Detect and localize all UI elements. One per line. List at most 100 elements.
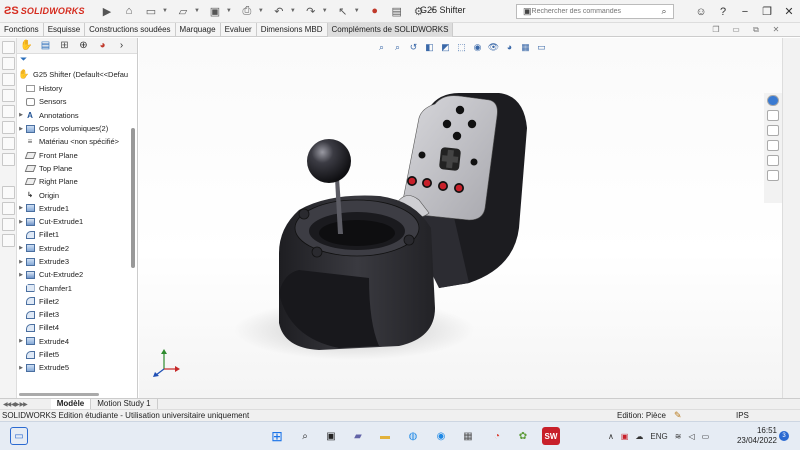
tree-vertical-scrollbar[interactable]: [131, 128, 135, 268]
tree-item[interactable]: Sensors: [17, 95, 138, 108]
open-folder-icon[interactable]: ▱: [175, 3, 191, 19]
tab-dimensions-mbd[interactable]: Dimensions MBD: [257, 23, 328, 37]
save-caret-icon[interactable]: ▼: [226, 8, 232, 14]
tree-item[interactable]: ▶ Cut-Extrude1: [17, 215, 138, 228]
tree-item[interactable]: Fillet1: [17, 228, 138, 241]
tree-item[interactable]: Fillet2: [17, 295, 138, 308]
chrome-icon[interactable]: ◔: [488, 427, 506, 445]
home-icon[interactable]: ⌂: [121, 3, 137, 19]
print-caret-icon[interactable]: ▼: [258, 8, 264, 14]
dimxpert-tab-icon[interactable]: ⊕: [74, 39, 93, 53]
help-icon[interactable]: ?: [712, 6, 734, 18]
tree-item[interactable]: ↳ Origin: [17, 188, 138, 201]
design-library-icon[interactable]: [767, 110, 779, 121]
tool-6-icon[interactable]: [2, 121, 15, 134]
tree-item[interactable]: ▶ Cut-Extrude2: [17, 268, 138, 281]
open-caret-icon[interactable]: ▼: [194, 8, 200, 14]
expand-arrow-icon[interactable]: ▶: [17, 219, 25, 225]
tree-item[interactable]: ▶ Extrude3: [17, 255, 138, 268]
save-icon[interactable]: ▣: [207, 3, 223, 19]
solidworks-logo[interactable]: ƧS SOLIDWORKS: [4, 5, 96, 17]
expand-arrow-icon[interactable]: ▶: [17, 338, 25, 344]
tree-item[interactable]: Fillet3: [17, 308, 138, 321]
tab-fonctions[interactable]: Fonctions: [0, 23, 44, 37]
select-caret-icon[interactable]: ▼: [354, 8, 360, 14]
close-icon[interactable]: ✕: [778, 5, 800, 18]
doc-minimize-icon[interactable]: ▭: [726, 25, 746, 34]
redo-caret-icon[interactable]: ▼: [322, 8, 328, 14]
notification-badge[interactable]: 3: [779, 431, 789, 441]
tool-7-icon[interactable]: [2, 137, 15, 150]
property-manager-tab-icon[interactable]: ▤: [36, 39, 55, 53]
tab-modele[interactable]: Modèle: [50, 398, 92, 410]
units-status[interactable]: IPS: [736, 411, 749, 420]
tree-item[interactable]: ▶ Extrude4: [17, 335, 138, 348]
tree-item[interactable]: Front Plane: [17, 148, 138, 161]
search-taskbar-icon[interactable]: ⌕: [296, 427, 314, 445]
tree-item[interactable]: ▶ Extrude5: [17, 361, 138, 374]
calendar-icon[interactable]: ▦: [459, 427, 477, 445]
feature-tree-tab-icon[interactable]: ✋: [17, 39, 36, 53]
expand-arrow-icon[interactable]: ▶: [17, 259, 25, 265]
doc-restore-icon[interactable]: ❐: [706, 25, 726, 34]
graphics-area[interactable]: ⌕ ⌕ ↺ ◧ ◩ ⬚ ◉ 👁 ◕ ▦ ▭: [139, 38, 782, 398]
tree-item[interactable]: Fillet5: [17, 348, 138, 361]
volume-icon[interactable]: ◁: [688, 432, 694, 441]
tool-1-icon[interactable]: [2, 41, 15, 54]
tool-11-icon[interactable]: [2, 218, 15, 231]
search-icon[interactable]: ⌕: [662, 6, 667, 17]
expand-arrow-icon[interactable]: ▶: [17, 126, 25, 132]
start-icon[interactable]: ⊞: [268, 427, 286, 445]
print-icon[interactable]: ⎙: [239, 3, 255, 19]
colorful-app-icon[interactable]: ✿: [514, 427, 532, 445]
tree-item[interactable]: ≡ Matériau <non spécifié>: [17, 135, 138, 148]
file-explorer-taskbar-icon[interactable]: ▬: [376, 427, 394, 445]
restore-icon[interactable]: ❐: [756, 5, 778, 18]
onedrive-icon[interactable]: ☁: [635, 432, 643, 441]
tool-8-icon[interactable]: [2, 153, 15, 166]
search-input[interactable]: [531, 8, 660, 15]
file-explorer-icon[interactable]: [767, 125, 779, 136]
tab-marquage[interactable]: Marquage: [176, 23, 221, 37]
tab-motion-study[interactable]: Motion Study 1: [91, 398, 158, 410]
doc-tile-icon[interactable]: ⧉: [746, 25, 766, 35]
redo-icon[interactable]: ↷: [303, 3, 319, 19]
tab-nav-icon[interactable]: ◀◀ ◀ ▶ ▶▶: [3, 401, 28, 408]
tree-root[interactable]: ✋ G25 Shifter (Default<<Defau: [19, 68, 128, 81]
undo-icon[interactable]: ↶: [271, 3, 287, 19]
expand-arrow-icon[interactable]: ▶: [17, 245, 25, 251]
expand-menu-icon[interactable]: ▶: [99, 3, 115, 19]
expand-arrow-icon[interactable]: ▶: [17, 112, 25, 118]
model-viewport[interactable]: [139, 38, 782, 398]
app-settings-icon[interactable]: ◉: [432, 427, 450, 445]
configuration-manager-tab-icon[interactable]: ⊞: [55, 39, 74, 53]
new-document-icon[interactable]: ▭: [143, 3, 159, 19]
language-indicator[interactable]: ENG: [650, 432, 667, 441]
tab-complements[interactable]: Compléments de SOLIDWORKS: [327, 23, 454, 37]
display-manager-tab-icon[interactable]: ◕: [93, 39, 112, 53]
command-search[interactable]: ▣ ⌕: [516, 4, 674, 19]
solidworks-resources-icon[interactable]: [767, 95, 779, 106]
system-icon[interactable]: ▭: [10, 427, 28, 445]
tree-item[interactable]: ▶ Extrude1: [17, 202, 138, 215]
tab-evaluer[interactable]: Evaluer: [221, 23, 257, 37]
tree-item[interactable]: ▶ A Annotations: [17, 109, 138, 122]
undo-caret-icon[interactable]: ▼: [290, 8, 296, 14]
tool-2-icon[interactable]: [2, 57, 15, 70]
wifi-icon[interactable]: ≋: [675, 432, 682, 441]
doc-close-icon[interactable]: ✕: [766, 25, 786, 34]
tree-horizontal-scrollbar[interactable]: [19, 393, 99, 396]
tree-item[interactable]: ▶ Extrude2: [17, 242, 138, 255]
battery-icon[interactable]: ▭: [702, 432, 710, 441]
tool-12-icon[interactable]: [2, 234, 15, 247]
file-properties-icon[interactable]: ▤: [389, 3, 405, 19]
tree-item[interactable]: Fillet4: [17, 321, 138, 334]
expand-arrow-icon[interactable]: ▶: [17, 365, 25, 371]
expand-arrow-icon[interactable]: ▶: [17, 205, 25, 211]
show-hidden-icons-icon[interactable]: ∧: [608, 432, 614, 441]
select-cursor-icon[interactable]: ↖: [335, 3, 351, 19]
filter-icon[interactable]: ⏷: [17, 54, 137, 65]
tab-constructions-soudees[interactable]: Constructions soudées: [85, 23, 176, 37]
view-palette-icon[interactable]: [767, 140, 779, 151]
more-tabs-icon[interactable]: ›: [112, 39, 131, 53]
